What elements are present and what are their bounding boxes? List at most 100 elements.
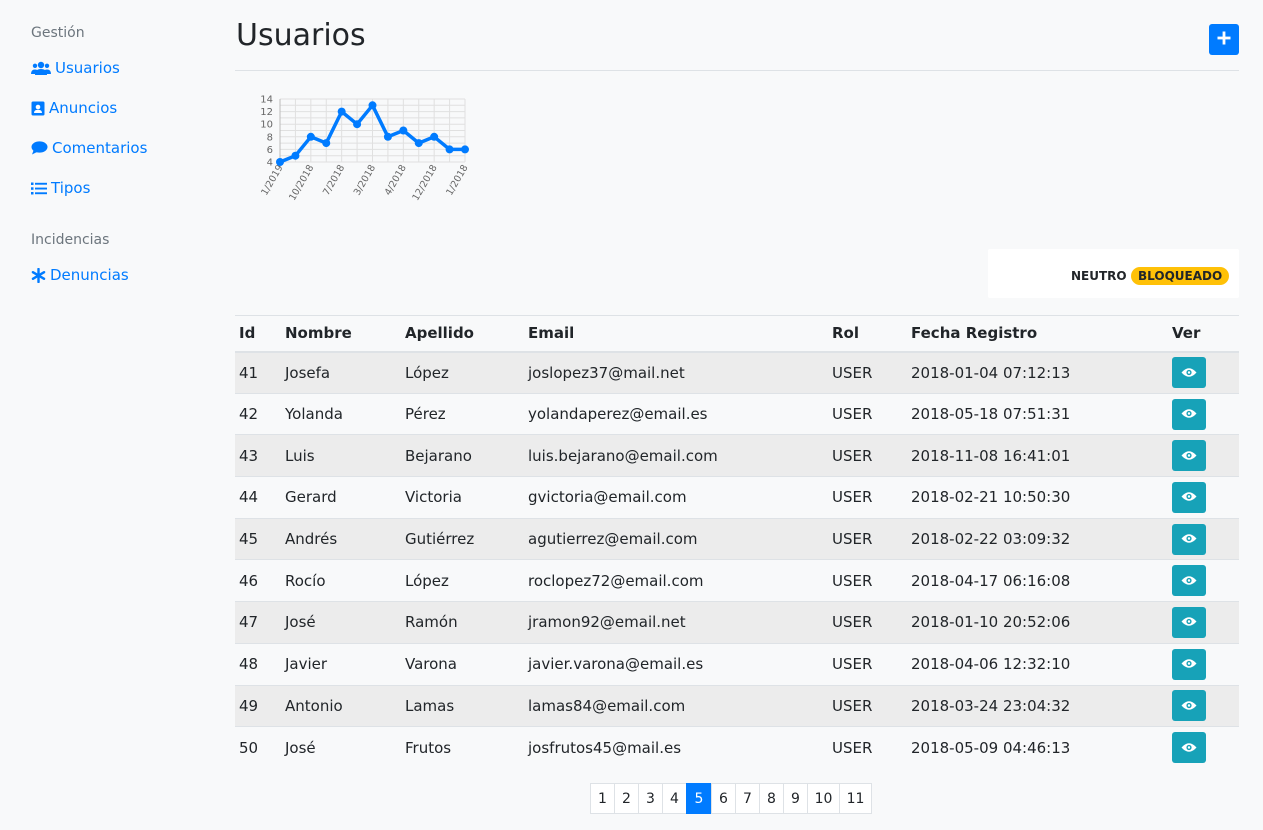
cell-ver	[1168, 642, 1239, 685]
view-user-button[interactable]	[1172, 606, 1206, 638]
eye-icon	[1181, 488, 1197, 506]
table-row: 43 Luis Bejarano luis.bejarano@email.com USE…	[235, 434, 1239, 477]
data-point	[353, 120, 362, 129]
data-point	[291, 151, 300, 160]
cell-apellido: Lamas	[401, 684, 524, 727]
page-link-8[interactable]: 8	[759, 783, 784, 814]
cell-nombre: Antonio	[281, 684, 401, 727]
data-point	[414, 139, 423, 148]
cell-ver	[1168, 726, 1239, 769]
cell-apellido: López	[401, 351, 524, 394]
cell-apellido: Pérez	[401, 392, 524, 435]
cell-apellido: Ramón	[401, 601, 524, 644]
users-table: Id Nombre Apellido Email Rol Fecha Regis…	[235, 315, 1239, 769]
users-icon	[31, 61, 51, 75]
cell-ver	[1168, 476, 1239, 519]
col-fecha-registro: Fecha Registro	[907, 315, 1168, 353]
view-user-button[interactable]	[1172, 565, 1206, 597]
sidebar-item-label: Tipos	[51, 179, 91, 197]
sidebar-item-anuncios[interactable]: Anuncios	[31, 99, 117, 117]
data-point	[383, 132, 392, 141]
eye-icon	[1181, 655, 1197, 673]
col-nombre: Nombre	[281, 315, 401, 353]
table-row: 41 Josefa López joslopez37@mail.net USER 2018…	[235, 351, 1239, 394]
view-user-button[interactable]	[1172, 648, 1206, 680]
eye-icon	[1181, 405, 1197, 423]
page-link-1[interactable]: 1	[590, 783, 615, 814]
plus-icon	[1217, 30, 1231, 49]
view-user-button[interactable]	[1172, 690, 1206, 722]
cell-fecha-registro: 2018-01-10 20:52:06	[907, 601, 1168, 644]
cell-fecha-registro: 2018-04-06 12:32:10	[907, 642, 1168, 685]
y-tick-label: 12	[260, 107, 273, 118]
x-tick-label: 10/2018	[287, 163, 316, 203]
page-link-6[interactable]: 6	[711, 783, 736, 814]
cell-id: 46	[235, 559, 281, 602]
sidebar-heading-incidencias: Incidencias	[31, 232, 110, 248]
x-tick-label: 4/2018	[383, 163, 409, 197]
page-link-2[interactable]: 2	[614, 783, 639, 814]
registrations-chart: 4 6 8 10 12 14 1/2019 10/2018 7/2018 3/2018 4/2018…	[250, 88, 480, 218]
col-rol: Rol	[828, 315, 907, 353]
sidebar-item-tipos[interactable]: Tipos	[31, 179, 90, 197]
view-user-button[interactable]	[1172, 481, 1206, 513]
eye-icon	[1181, 530, 1197, 548]
data-point	[445, 145, 454, 154]
cell-rol: USER	[828, 392, 907, 435]
page-link-10[interactable]: 10	[807, 783, 840, 814]
view-user-button[interactable]	[1172, 732, 1206, 764]
sidebar-item-comentarios[interactable]: Comentarios	[31, 139, 147, 157]
cell-id: 50	[235, 726, 281, 769]
comment-icon	[31, 141, 48, 155]
y-tick-label: 10	[260, 120, 273, 131]
sidebar-item-label: Usuarios	[55, 59, 120, 77]
cell-rol: USER	[828, 601, 907, 644]
cell-fecha-registro: 2018-01-04 07:12:13	[907, 351, 1168, 394]
y-tick-label: 4	[267, 158, 273, 169]
cell-apellido: López	[401, 559, 524, 602]
page-link-5[interactable]: 5	[686, 783, 712, 814]
sidebar-item-denuncias[interactable]: Denuncias	[31, 266, 129, 284]
eye-icon	[1181, 572, 1197, 590]
page-link-4[interactable]: 4	[662, 783, 687, 814]
table-row: 48 Javier Varona javier.varona@email.es USER…	[235, 642, 1239, 685]
cell-id: 43	[235, 434, 281, 477]
cell-apellido: Bejarano	[401, 434, 524, 477]
cell-nombre: Andrés	[281, 517, 401, 560]
cell-email: agutierrez@email.com	[524, 517, 828, 560]
view-user-button[interactable]	[1172, 398, 1206, 430]
add-user-button[interactable]	[1209, 24, 1239, 55]
cell-id: 48	[235, 642, 281, 685]
cell-rol: USER	[828, 351, 907, 394]
pagination: 1 2 3 4 5 6 7 8 9 10 11	[590, 783, 872, 814]
cell-id: 44	[235, 476, 281, 519]
page-link-3[interactable]: 3	[638, 783, 663, 814]
cell-rol: USER	[828, 559, 907, 602]
data-point	[461, 145, 469, 154]
sidebar-item-usuarios[interactable]: Usuarios	[31, 59, 120, 77]
status-legend: NEUTRO BLOQUEADO	[988, 249, 1239, 298]
x-tick-label: 7/2018	[321, 163, 347, 197]
eye-icon	[1181, 739, 1197, 757]
view-user-button[interactable]	[1172, 440, 1206, 472]
page-link-7[interactable]: 7	[735, 783, 760, 814]
x-tick-label: 1/2019	[259, 163, 285, 197]
page-link-9[interactable]: 9	[783, 783, 808, 814]
cell-id: 45	[235, 517, 281, 560]
data-point	[368, 101, 377, 110]
cell-email: gvictoria@email.com	[524, 476, 828, 519]
cell-apellido: Gutiérrez	[401, 517, 524, 560]
table-row: 50 José Frutos josfrutos45@mail.es USER 2018-…	[235, 726, 1239, 769]
cell-id: 49	[235, 684, 281, 727]
view-user-button[interactable]	[1172, 523, 1206, 555]
cell-apellido: Victoria	[401, 476, 524, 519]
cell-id: 41	[235, 351, 281, 394]
cell-email: luis.bejarano@email.com	[524, 434, 828, 477]
view-user-button[interactable]	[1172, 357, 1206, 389]
sidebar-heading-gestion: Gestión	[31, 25, 85, 41]
cell-email: jramon92@email.net	[524, 601, 828, 644]
cell-ver	[1168, 684, 1239, 727]
table-row: 42 Yolanda Pérez yolandaperez@email.es USER 2…	[235, 392, 1239, 435]
page-link-11[interactable]: 11	[839, 783, 872, 814]
cell-fecha-registro: 2018-04-17 06:16:08	[907, 559, 1168, 602]
